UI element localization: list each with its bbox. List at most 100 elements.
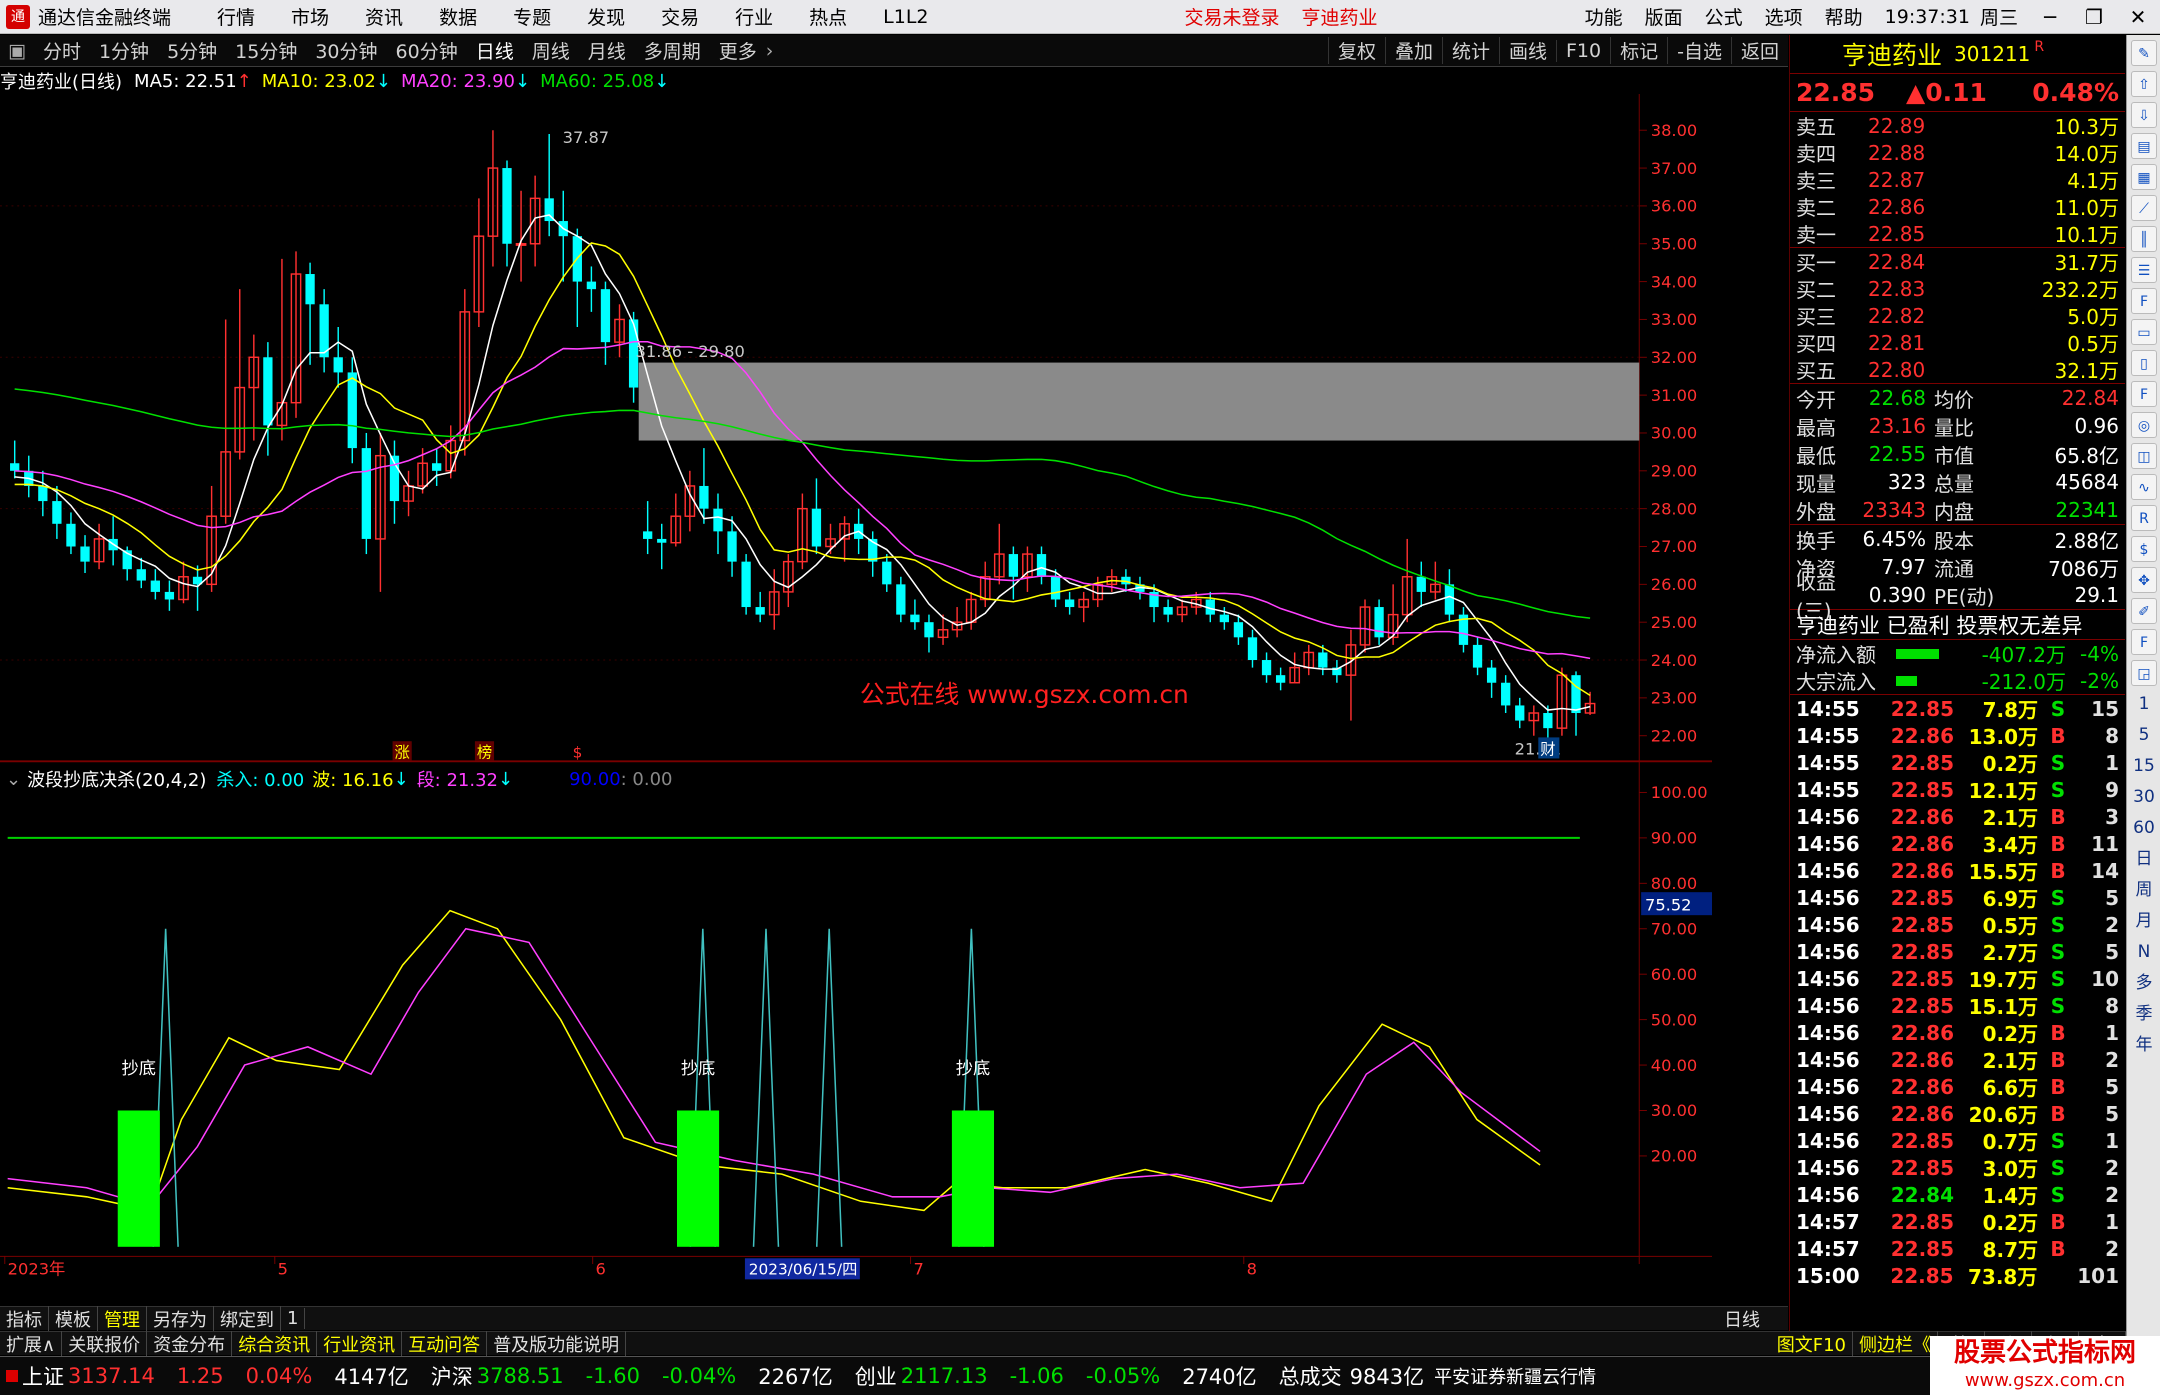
tab-manage[interactable]: 管理 [98, 1305, 147, 1332]
menu-gongshi[interactable]: 公式 [1705, 3, 1743, 30]
chart-icon[interactable]: ◲ [2131, 660, 2157, 686]
arrow-up-icon[interactable]: ⇧ [2131, 71, 2157, 97]
quote-stock-name[interactable]: 亨迪药业 [1842, 36, 1942, 72]
stats-button[interactable]: 统计 [1441, 37, 1499, 64]
menu-zhuanti[interactable]: 专题 [513, 3, 551, 30]
ask-row[interactable]: 卖二 22.86 11.0万 [1790, 193, 2125, 221]
close-icon[interactable]: ✕ [2116, 5, 2160, 29]
period-15-icon[interactable]: 15 [2131, 753, 2157, 779]
tab-related-quote[interactable]: 关联报价 [62, 1330, 148, 1357]
index-hs-name[interactable]: 沪深 [431, 1361, 473, 1391]
menu-faxian[interactable]: 发现 [587, 3, 625, 30]
tab-industry-news[interactable]: 行业资讯 [317, 1330, 403, 1357]
back-button[interactable]: 返回 [1730, 37, 1788, 64]
menu-redian[interactable]: 热点 [809, 3, 847, 30]
menu-hangqing[interactable]: 行情 [217, 3, 255, 30]
bid-row[interactable]: 买四 22.81 0.5万 [1790, 329, 2125, 357]
period-weekly[interactable]: 周线 [523, 37, 579, 64]
collapse-icon[interactable]: ⌄ [6, 769, 21, 790]
period-60min[interactable]: 60分钟 [387, 37, 467, 64]
tab-general-news[interactable]: 综合资讯 [232, 1330, 318, 1357]
pdf-icon[interactable]: ▯ [2131, 350, 2157, 376]
money-icon[interactable]: $ [2131, 536, 2157, 562]
tab-bind-to[interactable]: 绑定到 [214, 1305, 281, 1332]
ask-row[interactable]: 卖四 22.88 14.0万 [1790, 139, 2125, 167]
move-icon[interactable]: ✥ [2131, 567, 2157, 593]
period-more[interactable]: 更多 [710, 37, 766, 64]
f10-button[interactable]: F10 [1556, 39, 1610, 62]
trend-icon[interactable]: ⟋ [2131, 195, 2157, 221]
tab-qa[interactable]: 互动问答 [402, 1330, 488, 1357]
period-multi-icon[interactable]: 多 [2131, 970, 2157, 996]
period-monthly[interactable]: 月线 [579, 37, 635, 64]
remove-watchlist-button[interactable]: -自选 [1667, 37, 1731, 64]
period-quarter-icon[interactable]: 季 [2131, 1001, 2157, 1027]
tab-one[interactable]: 1 [281, 1308, 306, 1329]
tab-template[interactable]: 模板 [49, 1305, 98, 1332]
tab-indicator[interactable]: 指标 [0, 1305, 49, 1332]
settings-icon[interactable]: ◎ [2131, 412, 2157, 438]
report-icon[interactable]: ▤ [2131, 133, 2157, 159]
ask-row[interactable]: 卖一 22.85 10.1万 [1790, 220, 2125, 248]
draw-button[interactable]: 画线 [1498, 37, 1556, 64]
f12-icon[interactable]: F [2131, 381, 2157, 407]
period-daily[interactable]: 日线 [467, 37, 523, 64]
period-30min[interactable]: 30分钟 [306, 37, 386, 64]
notebook-icon[interactable]: ✎ [2131, 40, 2157, 66]
arrow-down-icon[interactable]: ⇩ [2131, 102, 2157, 128]
fuquan-button[interactable]: 复权 [1327, 37, 1385, 64]
period-month-icon[interactable]: 月 [2131, 908, 2157, 934]
restore-icon[interactable]: ❐ [2072, 5, 2116, 29]
rsi-icon[interactable]: R [2131, 505, 2157, 531]
tick-list[interactable]: 14:55 22.85 7.8万 S 15 14:55 22.86 13.0万 B 8 14:55 2… [1790, 694, 2125, 1289]
index-cy-name[interactable]: 创业 [855, 1361, 897, 1391]
menu-gongneng[interactable]: 功能 [1585, 3, 1623, 30]
tab-expand[interactable]: 扩展∧ [0, 1330, 63, 1357]
period-n-icon[interactable]: N [2131, 939, 2157, 965]
ask-row[interactable]: 卖五 22.89 10.3万 [1790, 112, 2125, 140]
tab-save-as[interactable]: 另存为 [147, 1305, 214, 1332]
mark-button[interactable]: 标记 [1610, 37, 1667, 64]
kline-icon[interactable]: ║ [2131, 226, 2157, 252]
bid-row[interactable]: 买二 22.83 232.2万 [1790, 275, 2125, 303]
period-year-icon[interactable]: 年 [2131, 1032, 2157, 1058]
period-1min[interactable]: 1分钟 [90, 37, 158, 64]
wave-icon[interactable]: ∿ [2131, 474, 2157, 500]
indicator-title[interactable]: 波段抄底决杀(20,4,2) [27, 766, 206, 792]
overlay-button[interactable]: 叠加 [1384, 37, 1442, 64]
period-day-icon[interactable]: 日 [2131, 846, 2157, 872]
minimize-icon[interactable]: ─ [2028, 5, 2072, 29]
menu-xuanxiang[interactable]: 选项 [1765, 3, 1803, 30]
list-icon[interactable]: ☰ [2131, 257, 2157, 283]
toolbar-toggle-icon[interactable]: ▣ [0, 40, 34, 62]
menu-banmian[interactable]: 版面 [1645, 3, 1683, 30]
tab-f10-graphic[interactable]: 图文F10 [1771, 1330, 1853, 1357]
period-week-icon[interactable]: 周 [2131, 877, 2157, 903]
menu-l1l2[interactable]: L1L2 [883, 6, 928, 28]
layers-icon[interactable]: ◫ [2131, 443, 2157, 469]
period-5-icon[interactable]: 5 [2131, 722, 2157, 748]
bid-row[interactable]: 买五 22.80 32.1万 [1790, 356, 2125, 384]
period-60-icon[interactable]: 60 [2131, 815, 2157, 841]
tab-fund-distribution[interactable]: 资金分布 [147, 1330, 233, 1357]
menu-hangye[interactable]: 行业 [735, 3, 773, 30]
tab-sidebar[interactable]: 侧边栏《 [1853, 1330, 1938, 1357]
period-30-icon[interactable]: 30 [2131, 784, 2157, 810]
period-5min[interactable]: 5分钟 [158, 37, 226, 64]
bid-row[interactable]: 买三 22.82 5.0万 [1790, 302, 2125, 330]
bid-row[interactable]: 买一 22.84 31.7万 [1790, 248, 2125, 276]
trade-status[interactable]: 交易未登录 [1185, 3, 1280, 30]
period-multi[interactable]: 多周期 [635, 37, 710, 64]
menu-bangzhu[interactable]: 帮助 [1825, 3, 1863, 30]
document-icon[interactable]: ▭ [2131, 319, 2157, 345]
tab-help[interactable]: 普及版功能说明 [487, 1330, 627, 1357]
chevron-right-icon[interactable]: › [766, 40, 774, 62]
menu-shichang[interactable]: 市场 [291, 3, 329, 30]
menu-zixun[interactable]: 资讯 [365, 3, 403, 30]
period-1-icon[interactable]: 1 [2131, 691, 2157, 717]
menu-jiaoyi[interactable]: 交易 [661, 3, 699, 30]
kline-chart[interactable]: 22.00 23.00 24.00 25.00 26.00 27.00 28.00 29.00… [0, 68, 1712, 1290]
index-sh-name[interactable]: 上证 [22, 1361, 64, 1391]
grid-icon[interactable]: ▦ [2131, 164, 2157, 190]
period-fenshi[interactable]: 分时 [34, 37, 90, 64]
